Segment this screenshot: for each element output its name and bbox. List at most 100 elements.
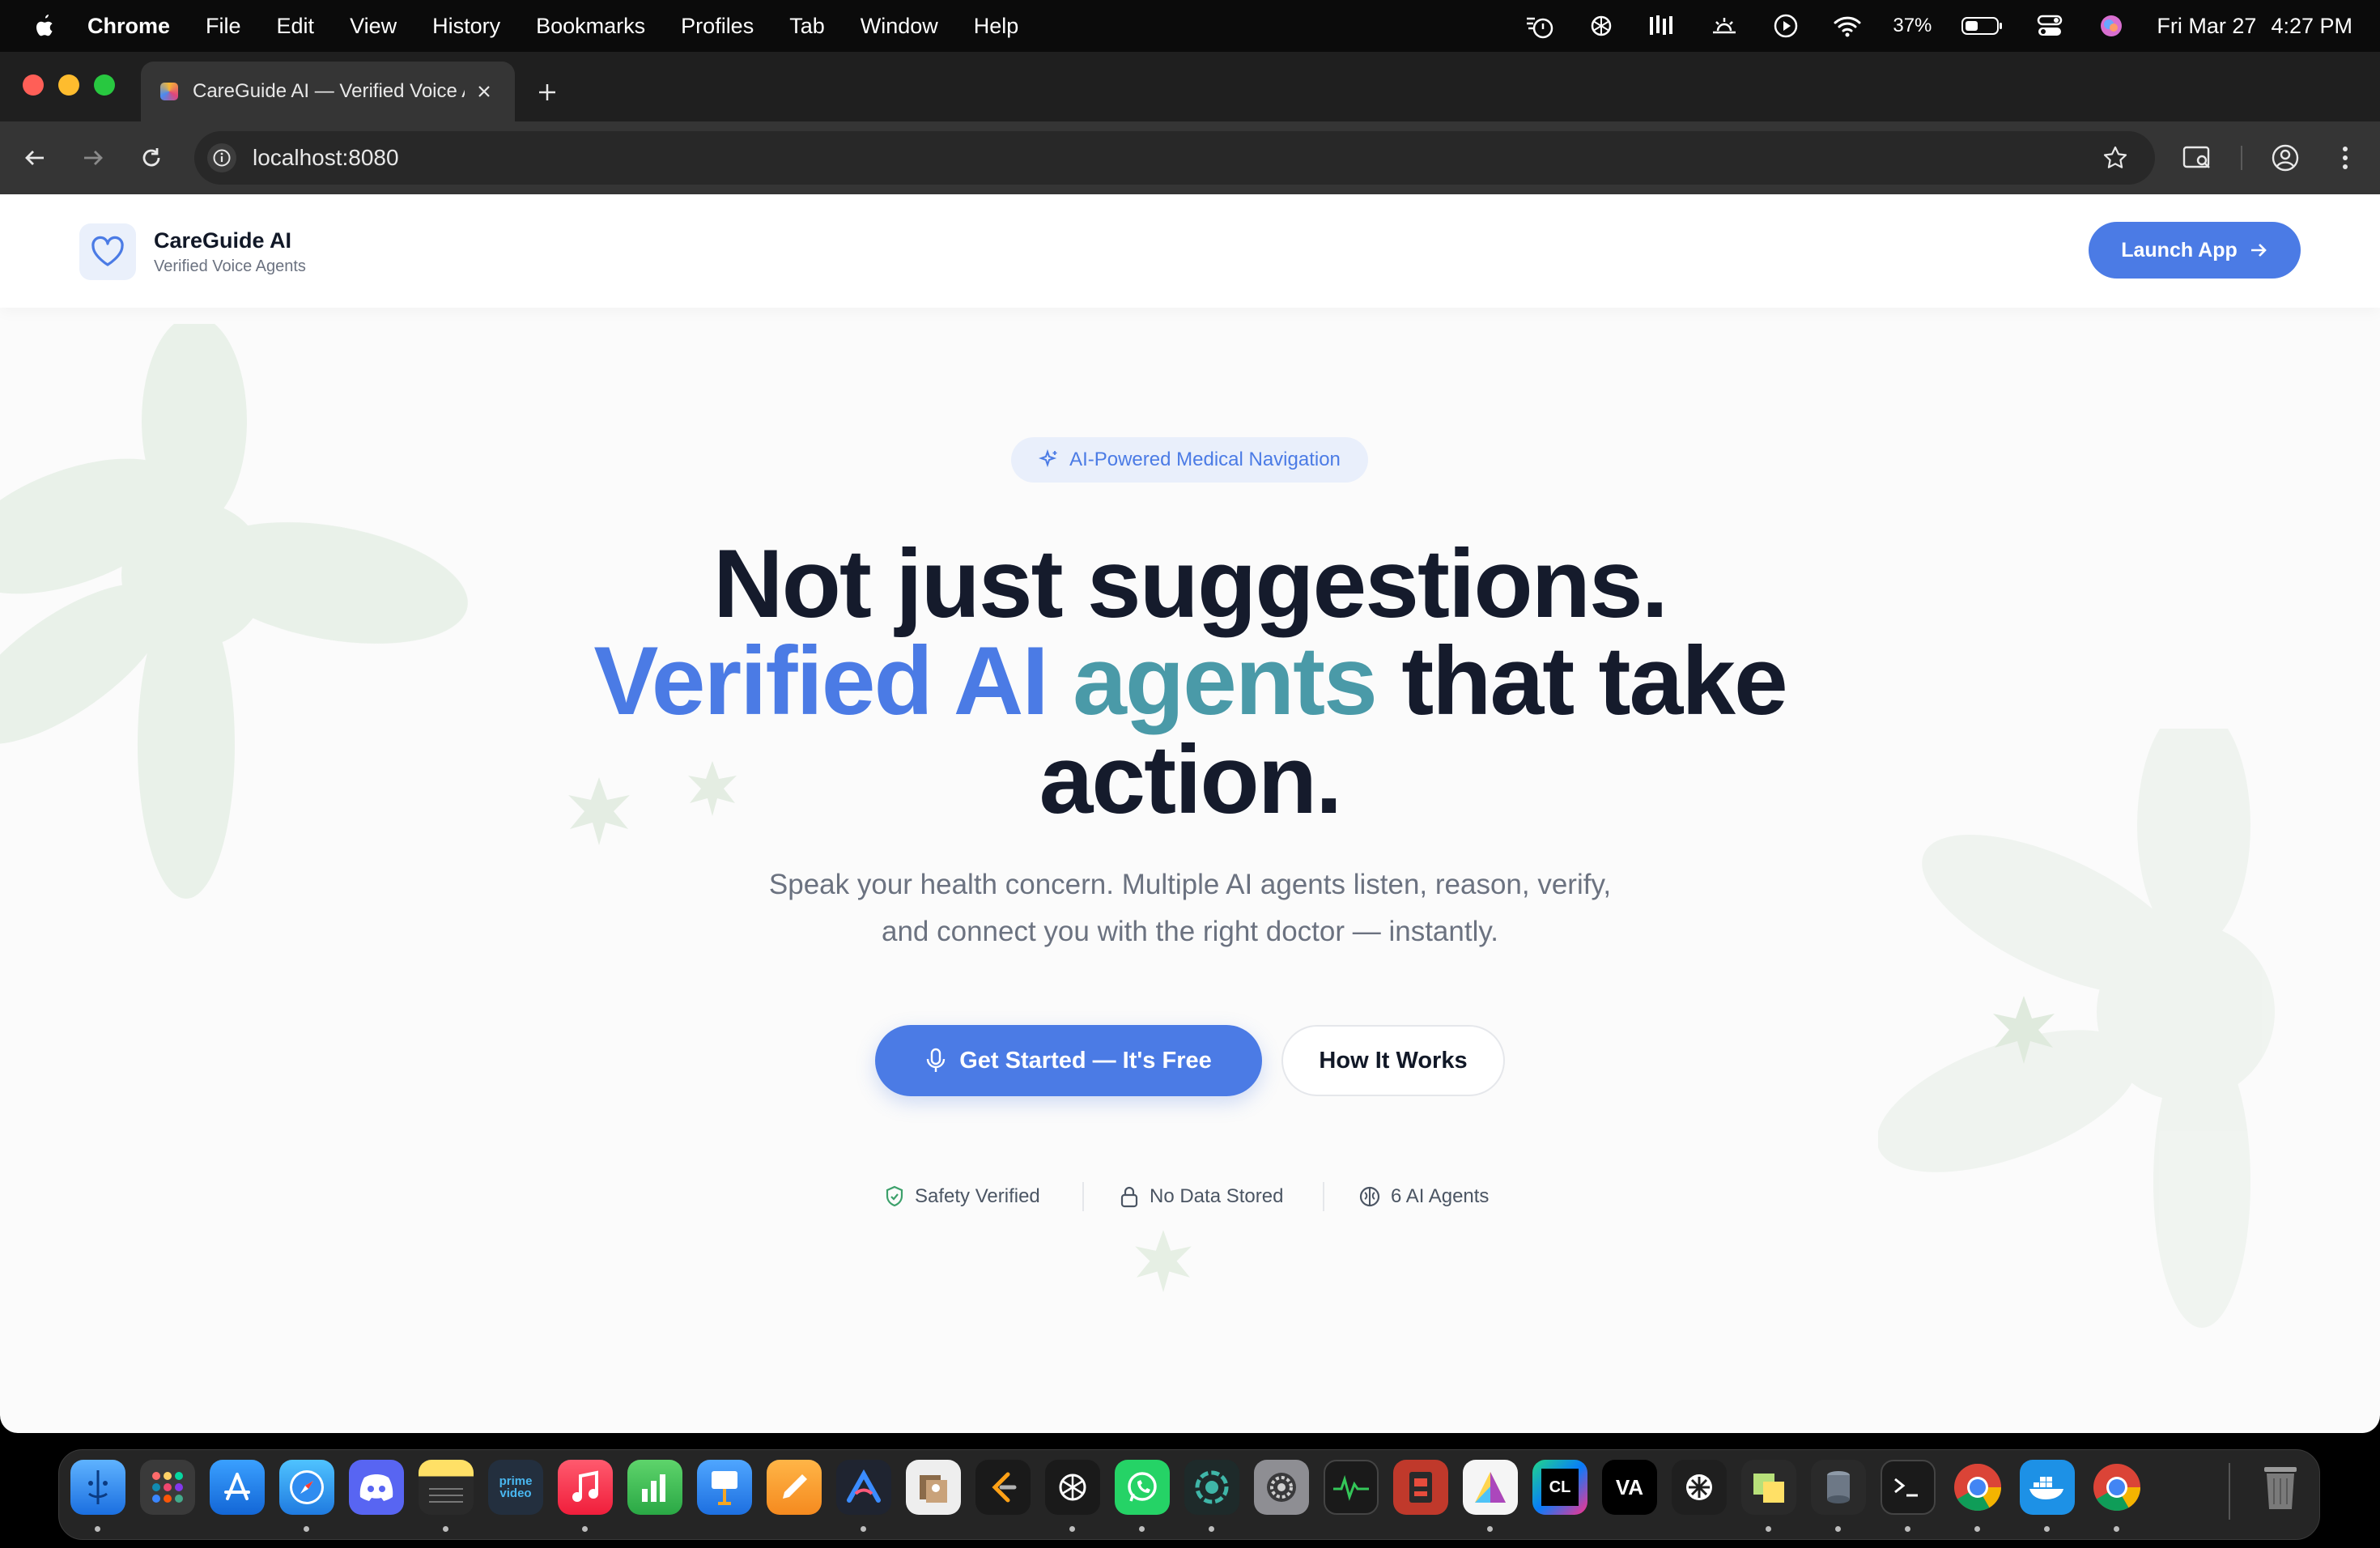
discord-icon[interactable] [349, 1460, 404, 1515]
screen-recorder-icon[interactable] [1184, 1460, 1239, 1515]
status-app-icon[interactable] [1524, 10, 1556, 42]
apple-icon[interactable] [32, 12, 57, 40]
subtitle-line-1: Speak your health concern. Multiple AI a… [768, 869, 1612, 900]
address-bar[interactable]: localhost:8080 [194, 131, 2155, 185]
siri-icon[interactable] [2095, 10, 2127, 42]
site-info-icon[interactable] [207, 143, 236, 172]
menu-bookmarks[interactable]: Bookmarks [536, 14, 645, 39]
favicon-icon [160, 83, 178, 100]
reload-icon[interactable] [134, 141, 168, 175]
microphone-icon [927, 1048, 946, 1072]
notes-running-dot [443, 1526, 448, 1532]
preview-icon[interactable] [906, 1460, 961, 1515]
trust-agents-label: 6 AI Agents [1391, 1185, 1490, 1207]
back-icon[interactable] [18, 141, 52, 175]
vault-running-dot [1835, 1526, 1841, 1532]
trust-agents: 6 AI Agents [1358, 1180, 1489, 1213]
menu-app-name[interactable]: Chrome [87, 14, 170, 39]
vs-icon[interactable]: VA [1602, 1460, 1657, 1515]
clion-label: CL [1541, 1469, 1579, 1506]
menu-view[interactable]: View [350, 14, 397, 39]
brand-name[interactable]: CareGuide AI [154, 228, 291, 253]
menu-history[interactable]: History [432, 14, 500, 39]
tab-search-icon[interactable] [2179, 139, 2216, 176]
docker-icon[interactable] [2020, 1460, 2075, 1515]
chrome-canary-icon[interactable] [2089, 1460, 2144, 1515]
whatsapp-running-dot [1139, 1526, 1145, 1532]
app-store-icon[interactable] [210, 1460, 265, 1515]
music-icon[interactable] [558, 1460, 613, 1515]
zoom-window-button[interactable] [94, 74, 115, 96]
instruments-icon[interactable] [1463, 1460, 1518, 1515]
music-running-dot [582, 1526, 588, 1532]
heart-logo-icon[interactable] [79, 223, 136, 280]
pages-icon[interactable] [767, 1460, 822, 1515]
vault-icon[interactable] [1811, 1460, 1866, 1515]
tab-close-icon[interactable] [473, 80, 495, 103]
badge-pill: AI-Powered Medical Navigation [1011, 437, 1368, 483]
trash-icon[interactable] [2253, 1460, 2308, 1515]
menu-tab[interactable]: Tab [789, 14, 825, 39]
dock: prime video CL VA [58, 1449, 2320, 1540]
menu-edit[interactable]: Edit [277, 14, 315, 39]
safari-running-dot [304, 1526, 309, 1532]
forward-icon[interactable] [76, 141, 110, 175]
battery-icon[interactable] [1961, 10, 2004, 42]
finder-icon[interactable] [70, 1460, 125, 1515]
chatgpt-icon[interactable] [1045, 1460, 1100, 1515]
sparkles-icon [1039, 449, 1057, 468]
launchpad-icon[interactable] [140, 1460, 195, 1515]
menu-help[interactable]: Help [974, 14, 1019, 39]
launch-app-label: Launch App [2121, 238, 2238, 262]
trust-divider-2 [1323, 1182, 1324, 1211]
minimize-window-button[interactable] [58, 74, 79, 96]
how-it-works-label: How It Works [1319, 1047, 1468, 1074]
mirror-icon[interactable] [1393, 1460, 1448, 1515]
clion-icon[interactable]: CL [1532, 1460, 1587, 1515]
stocks-status-icon[interactable] [1647, 10, 1679, 42]
tab-title: CareGuide AI — Verified Voice Agents [193, 80, 465, 102]
bookmark-star-icon[interactable] [2100, 142, 2131, 173]
get-started-label: Get Started — It's Free [959, 1047, 1212, 1074]
trust-privacy-label: No Data Stored [1150, 1185, 1284, 1207]
menu-file[interactable]: File [206, 14, 241, 39]
trust-safety: Safety Verified [884, 1180, 1040, 1213]
brightness-status-icon[interactable] [1708, 10, 1740, 42]
new-tab-icon[interactable] [531, 76, 563, 108]
safari-icon[interactable] [279, 1460, 334, 1515]
screen-recorder-running-dot [1209, 1526, 1214, 1532]
control-center-icon[interactable] [2034, 10, 2066, 42]
notes-icon[interactable] [419, 1460, 474, 1515]
numbers-icon[interactable] [627, 1460, 682, 1515]
play-status-icon[interactable] [1770, 10, 1802, 42]
system-settings-icon[interactable] [1254, 1460, 1309, 1515]
brain-icon [1359, 1186, 1380, 1207]
menu-window[interactable]: Window [861, 14, 938, 39]
activity-monitor-icon[interactable] [1324, 1460, 1379, 1515]
arc-running-dot [861, 1526, 866, 1532]
terminal-icon[interactable] [1881, 1460, 1936, 1515]
close-window-button[interactable] [23, 74, 44, 96]
chrome-icon[interactable] [1950, 1460, 2005, 1515]
clock-date: Fri Mar 27 [2157, 13, 2257, 38]
prime-video-icon[interactable]: prime video [488, 1460, 543, 1515]
url-text[interactable]: localhost:8080 [253, 145, 399, 171]
launch-app-button[interactable]: Launch App [2089, 222, 2301, 279]
get-started-button[interactable]: Get Started — It's Free [875, 1025, 1262, 1096]
whatsapp-icon[interactable] [1115, 1460, 1170, 1515]
menu-kebab-icon[interactable] [2327, 139, 2364, 176]
how-it-works-button[interactable]: How It Works [1281, 1025, 1505, 1096]
keynote-icon[interactable] [697, 1460, 752, 1515]
headline-rest: that take [1401, 627, 1787, 735]
leetcode-icon[interactable] [975, 1460, 1031, 1515]
menu-profiles[interactable]: Profiles [681, 14, 754, 39]
perplexity-icon[interactable] [1672, 1460, 1727, 1515]
clock[interactable]: Fri Mar 27 4:27 PM [2157, 14, 2352, 39]
stickies-icon[interactable] [1741, 1460, 1796, 1515]
arc-icon[interactable] [836, 1460, 891, 1515]
vs-label: VA [1615, 1474, 1644, 1499]
tab-active[interactable]: CareGuide AI — Verified Voice Agents [141, 62, 515, 121]
wifi-icon[interactable] [1831, 10, 1864, 42]
chatgpt-status-icon[interactable] [1585, 10, 1617, 42]
profile-icon[interactable] [2267, 139, 2304, 176]
